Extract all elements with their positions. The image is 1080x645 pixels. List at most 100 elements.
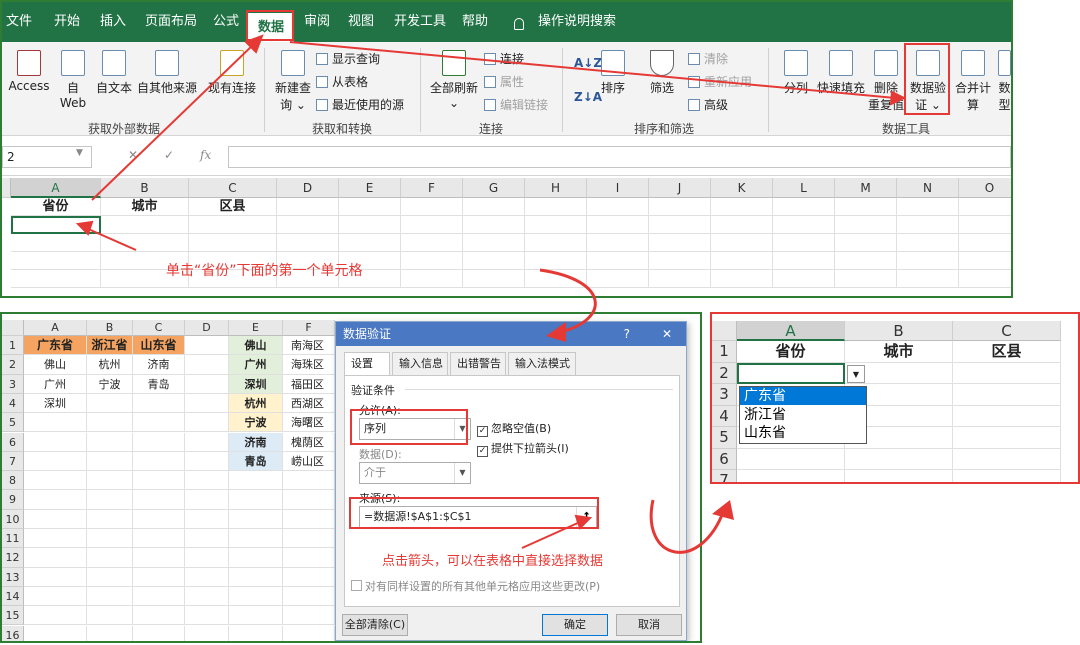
cell[interactable]: 青岛 <box>133 374 185 394</box>
cell[interactable] <box>959 234 1011 252</box>
cell[interactable] <box>87 413 133 433</box>
tab-input-message[interactable]: 输入信息 <box>392 352 448 376</box>
cell[interactable] <box>737 470 845 482</box>
row-header[interactable]: 12 <box>2 548 24 568</box>
cell[interactable] <box>185 355 229 375</box>
column-header[interactable]: J <box>649 178 711 198</box>
data-model-button[interactable]: 数 型 <box>998 50 1011 113</box>
cell[interactable] <box>283 509 335 529</box>
province-header-cell[interactable]: 浙江省 <box>87 336 133 356</box>
cell[interactable] <box>185 336 229 356</box>
show-queries-button[interactable]: 显示查询 <box>316 50 380 67</box>
column-header[interactable]: E <box>229 320 283 336</box>
cell[interactable] <box>133 393 185 414</box>
column-header[interactable]: F <box>283 320 335 336</box>
cell[interactable] <box>185 374 229 394</box>
cell[interactable] <box>897 216 959 234</box>
remove-duplicates-button[interactable]: 删除 重复值 <box>866 50 906 113</box>
cell[interactable]: 宁波 <box>87 374 133 394</box>
cancel-icon[interactable]: ✕ <box>128 148 138 162</box>
cell[interactable] <box>283 490 335 510</box>
from-table-button[interactable]: 从表格 <box>316 73 368 90</box>
cell[interactable] <box>587 234 649 252</box>
ignore-blank-checkbox[interactable]: ✓ 忽略空值(B) <box>477 420 551 437</box>
cell[interactable] <box>525 270 587 288</box>
tab-file[interactable]: 文件 <box>6 2 32 42</box>
cell[interactable] <box>229 625 283 641</box>
column-header[interactable]: C <box>189 178 277 198</box>
header-cell[interactable]: 城市 <box>845 341 953 363</box>
cell[interactable] <box>229 548 283 568</box>
cell[interactable] <box>959 270 1011 288</box>
dropdown-arrow-checkbox[interactable]: ✓ 提供下拉箭头(I) <box>477 440 569 457</box>
select-all-corner[interactable] <box>2 320 24 336</box>
cell[interactable] <box>185 625 229 641</box>
cell[interactable] <box>649 216 711 234</box>
cell[interactable] <box>897 234 959 252</box>
province-header-cell[interactable]: 广东省 <box>24 336 87 356</box>
row-header[interactable]: 14 <box>2 586 24 607</box>
cell[interactable] <box>24 606 87 626</box>
dropdown-option[interactable]: 山东省 <box>740 424 866 442</box>
cell[interactable] <box>87 432 133 452</box>
row-header[interactable]: 11 <box>2 529 24 549</box>
cell[interactable] <box>24 548 87 568</box>
cell[interactable] <box>11 252 101 270</box>
row-header[interactable]: 9 <box>2 490 24 510</box>
cancel-button[interactable]: 取消 <box>616 614 682 636</box>
cell[interactable] <box>587 198 649 216</box>
column-header[interactable]: A <box>737 321 845 341</box>
column-header[interactable]: D <box>185 320 229 336</box>
cell[interactable] <box>24 413 87 433</box>
row-header[interactable]: 13 <box>2 567 24 587</box>
tab-developer[interactable]: 开发工具 <box>394 2 446 42</box>
cell[interactable] <box>24 529 87 549</box>
cell[interactable] <box>229 606 283 626</box>
from-other-sources-button[interactable]: 自其他来源 <box>136 50 198 96</box>
cell[interactable] <box>525 234 587 252</box>
cell[interactable] <box>897 270 959 288</box>
row-header[interactable]: 2 <box>2 355 24 375</box>
cell[interactable] <box>959 216 1011 234</box>
cell[interactable] <box>189 216 277 234</box>
cell[interactable] <box>11 234 101 252</box>
row-header[interactable]: 5 <box>2 413 24 433</box>
tab-error-alert[interactable]: 出错警告 <box>450 352 506 376</box>
column-header[interactable]: M <box>835 178 897 198</box>
cell[interactable] <box>185 529 229 549</box>
district-cell[interactable]: 槐荫区 <box>283 432 335 452</box>
row-header[interactable]: 6 <box>712 448 737 470</box>
cell[interactable] <box>897 198 959 216</box>
cell[interactable] <box>87 451 133 472</box>
cell[interactable] <box>24 471 87 491</box>
column-header[interactable]: B <box>101 178 189 198</box>
cell[interactable] <box>87 606 133 626</box>
tab-ime-mode[interactable]: 输入法模式 <box>508 352 576 376</box>
city-cell[interactable]: 深圳 <box>229 374 283 394</box>
cell[interactable] <box>525 252 587 270</box>
reapply-button[interactable]: 重新应用 <box>688 73 752 90</box>
cell[interactable] <box>773 234 835 252</box>
district-cell[interactable]: 福田区 <box>283 374 335 394</box>
header-cell[interactable]: 省份 <box>11 198 101 216</box>
cell[interactable] <box>11 270 101 288</box>
cell[interactable] <box>711 270 773 288</box>
district-cell[interactable]: 崂山区 <box>283 451 335 472</box>
cell[interactable] <box>773 198 835 216</box>
cell[interactable] <box>401 234 463 252</box>
recent-sources-button[interactable]: 最近使用的源 <box>316 96 404 113</box>
cell[interactable] <box>87 393 133 414</box>
cell[interactable] <box>133 606 185 626</box>
text-to-columns-button[interactable]: 分列 <box>778 50 814 96</box>
cell[interactable] <box>649 198 711 216</box>
cell[interactable] <box>277 234 339 252</box>
dropdown-option[interactable]: 浙江省 <box>740 405 866 424</box>
cell[interactable] <box>133 471 185 491</box>
formula-input[interactable] <box>228 146 1011 168</box>
apply-all-checkbox[interactable]: 对有同样设置的所有其他单元格应用这些更改(P) <box>351 578 600 594</box>
row-header[interactable]: 1 <box>712 341 737 363</box>
cell[interactable] <box>463 252 525 270</box>
cell[interactable] <box>133 451 185 472</box>
tab-home[interactable]: 开始 <box>54 2 80 42</box>
row-header[interactable]: 4 <box>2 393 24 414</box>
